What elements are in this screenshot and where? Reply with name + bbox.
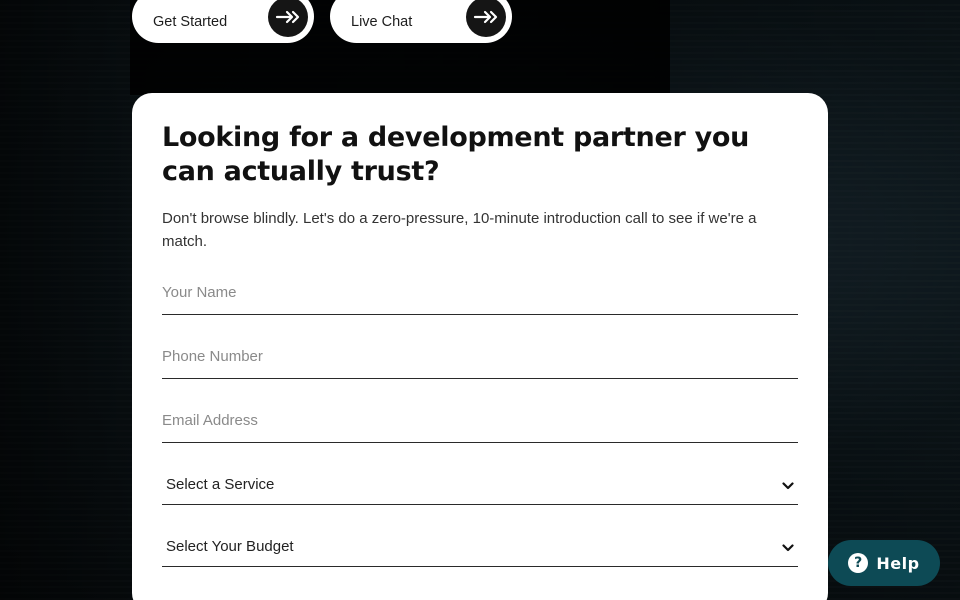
phone-input[interactable]	[162, 341, 798, 371]
question-circle-icon: ?	[848, 553, 869, 573]
get-started-button[interactable]: Get Started	[132, 0, 314, 43]
email-field-wrapper	[162, 405, 798, 443]
get-started-label: Get Started	[153, 13, 228, 30]
name-input[interactable]	[162, 277, 798, 307]
service-select-label: Select a Service	[166, 476, 275, 493]
help-button[interactable]: ? Help	[828, 540, 940, 586]
chevron-down-icon	[782, 475, 794, 494]
cta-row: Get Started Live Chat	[132, 0, 512, 43]
budget-select[interactable]: Select Your Budget	[162, 527, 798, 567]
arrow-right-icon	[466, 0, 506, 37]
budget-select-label: Select Your Budget	[166, 538, 294, 555]
email-input[interactable]	[162, 405, 798, 435]
service-select[interactable]: Select a Service	[162, 465, 798, 505]
form-intro: Don't browse blindly. Let's do a zero-pr…	[162, 210, 757, 250]
live-chat-label: Live Chat	[351, 13, 413, 30]
form-heading: Looking for a development partner you ca…	[162, 122, 750, 187]
live-chat-button[interactable]: Live Chat	[330, 0, 512, 43]
help-label: Help	[876, 553, 920, 573]
chevron-down-icon	[782, 537, 794, 556]
arrow-right-icon	[268, 0, 308, 37]
phone-field-wrapper	[162, 341, 798, 379]
contact-form-card: Looking for a development partner you ca…	[132, 93, 828, 600]
name-field-wrapper	[162, 277, 798, 315]
